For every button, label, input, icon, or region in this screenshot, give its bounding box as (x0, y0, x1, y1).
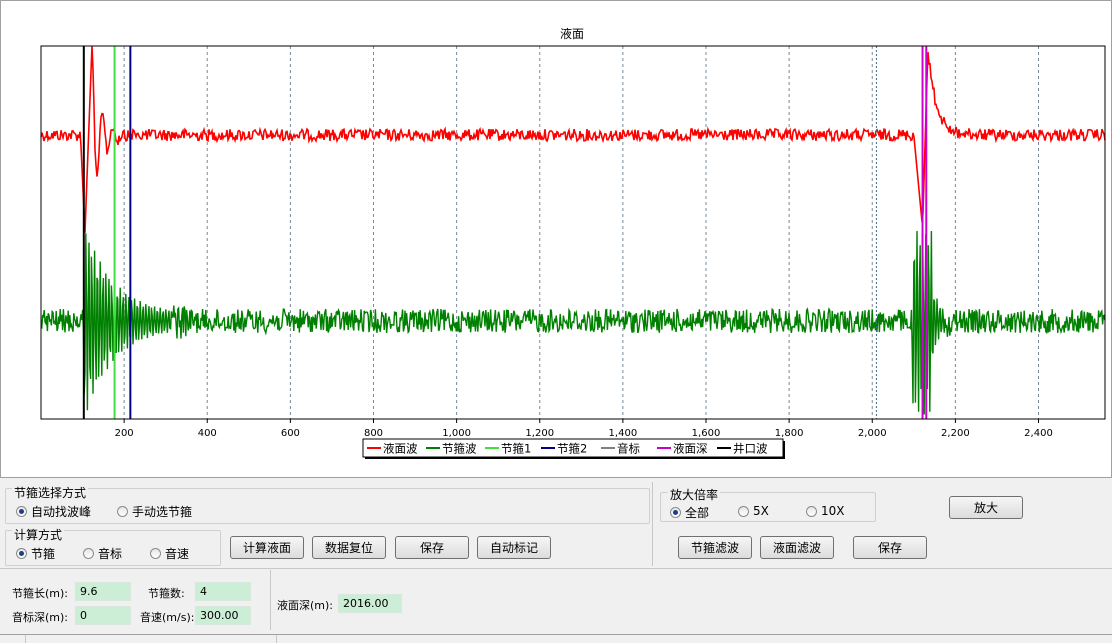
plot-area (40, 45, 1106, 420)
collar-length-label: 节箍长(m): (12, 587, 69, 600)
x-tick-label: 1,800 (775, 428, 804, 439)
controls-panel: 节箍选择方式 自动找波峰 手动选节箍 计算方式 节箍 音标 音速 计算液面 数据… (0, 478, 1112, 643)
save-button[interactable]: 保存 (395, 536, 469, 559)
status-bar-top (0, 634, 1112, 635)
radio-label: 全部 (685, 506, 710, 520)
radio-label: 自动找波峰 (31, 505, 92, 519)
legend-label: 节箍波 (442, 442, 477, 456)
radio-label: 音标 (98, 547, 123, 561)
x-tick-label: 1,000 (442, 428, 471, 439)
sound-speed-label: 音速(m/s): (140, 611, 195, 624)
chart-panel: 液面 200 400 600 800 1,000 1,200 1,400 1,600 1,800… (0, 0, 1112, 478)
field-separator (270, 570, 271, 630)
radio-label: 手动选节箍 (132, 505, 193, 519)
radio-dot (16, 506, 27, 517)
x-tick-label: 200 (115, 428, 134, 439)
level-chart: 液面 200 400 600 800 1,000 1,200 1,400 1,600 1,800… (40, 26, 1106, 459)
collar-select-group (5, 488, 650, 524)
legend-label: 液面波 (383, 442, 418, 456)
radio-marker[interactable]: 音标 (83, 545, 122, 562)
series-line-red (40, 45, 1106, 233)
radio-zoom-10x[interactable]: 10X (806, 504, 845, 518)
auto-mark-button[interactable]: 自动标记 (477, 536, 551, 559)
level-filter-button[interactable]: 液面滤波 (760, 536, 834, 559)
radio-collar[interactable]: 节箍 (16, 545, 55, 562)
status-divider-2 (276, 635, 277, 643)
calc-level-button[interactable]: 计算液面 (230, 536, 304, 559)
x-tick-label: 800 (364, 428, 383, 439)
radio-auto-peak[interactable]: 自动找波峰 (16, 503, 91, 520)
radio-sound-speed[interactable]: 音速 (150, 545, 189, 562)
radio-dot (150, 548, 161, 559)
level-depth-label: 液面深(m): (277, 599, 334, 612)
level-depth-field[interactable]: 2016.00 (338, 594, 402, 613)
collar-count-label: 节箍数: (148, 587, 185, 600)
calc-method-title: 计算方式 (12, 526, 65, 543)
sound-speed-field[interactable]: 300.00 (195, 606, 251, 625)
zoom-button[interactable]: 放大 (949, 496, 1023, 519)
vertical-separator (652, 482, 653, 566)
marker-depth-label: 音标深(m): (12, 611, 69, 624)
save-button-2[interactable]: 保存 (853, 536, 927, 559)
series-layer (40, 45, 1106, 415)
horizontal-separator (0, 568, 1112, 569)
radio-label: 10X (821, 504, 845, 518)
radio-label: 5X (753, 504, 769, 518)
legend-label: 节箍1 (501, 442, 531, 456)
marker-depth-field[interactable]: 0 (75, 606, 131, 625)
x-axis: 200 400 600 800 1,000 1,200 1,400 1,600 1,800 2,0… (115, 419, 1053, 439)
collar-count-field[interactable]: 4 (195, 582, 251, 601)
legend-label: 井口波 (733, 442, 768, 456)
radio-dot (83, 548, 94, 559)
radio-zoom-all[interactable]: 全部 (670, 504, 709, 521)
collar-select-title: 节箍选择方式 (12, 484, 89, 501)
radio-dot (16, 548, 27, 559)
chart-title: 液面 (560, 26, 584, 41)
data-reset-button[interactable]: 数据复位 (312, 536, 386, 559)
x-tick-label: 600 (281, 428, 300, 439)
radio-label: 音速 (165, 547, 190, 561)
chart-legend: 液面波 节箍波 节箍1 节箍2 音标 液面深 井口波 (362, 438, 785, 459)
legend-label: 液面深 (673, 442, 708, 456)
x-tick-label: 1,400 (609, 428, 638, 439)
zoom-title: 放大倍率 (668, 486, 721, 503)
chart-grid (123, 46, 1039, 419)
status-divider-1 (25, 635, 26, 643)
series-line-green (40, 230, 1106, 415)
legend-label: 音标 (617, 442, 640, 456)
x-tick-label: 1,200 (525, 428, 554, 439)
legend-label: 节箍2 (557, 442, 587, 456)
radio-dot (117, 506, 128, 517)
x-tick-label: 2,400 (1024, 428, 1053, 439)
x-tick-label: 2,200 (941, 428, 970, 439)
radio-manual-collar[interactable]: 手动选节箍 (117, 503, 192, 520)
x-tick-label: 2,000 (858, 428, 887, 439)
x-tick-label: 1,600 (692, 428, 721, 439)
radio-dot (670, 507, 681, 518)
radio-label: 节箍 (31, 547, 56, 561)
collar-length-field[interactable]: 9.6 (75, 582, 131, 601)
radio-zoom-5x[interactable]: 5X (738, 504, 769, 518)
radio-dot (738, 505, 749, 517)
collar-filter-button[interactable]: 节箍滤波 (678, 536, 752, 559)
x-tick-label: 400 (198, 428, 217, 439)
marker-lines (82, 46, 928, 419)
radio-dot (806, 505, 817, 517)
